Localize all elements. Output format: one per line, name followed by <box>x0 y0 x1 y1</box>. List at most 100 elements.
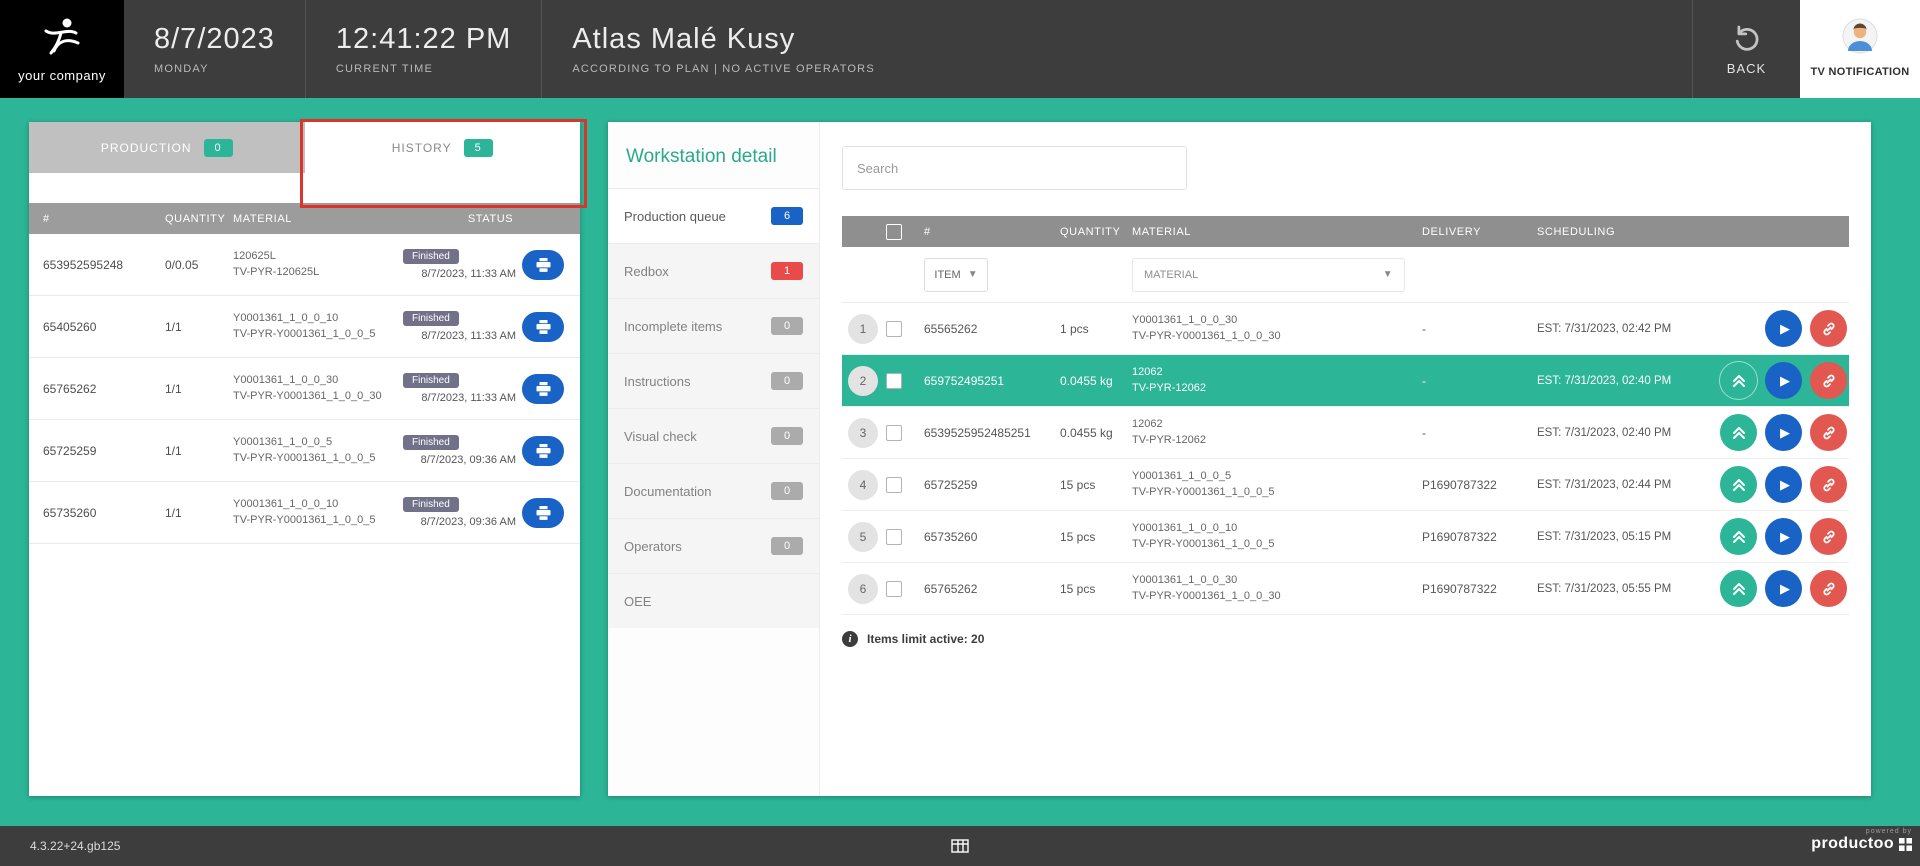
tv-notification-button[interactable]: TV NOTIFICATION <box>1800 0 1920 98</box>
order-scheduling: EST: 7/31/2023, 02:44 PM <box>1537 479 1709 491</box>
row-actions: ▶ <box>1709 570 1849 607</box>
order-quantity: 1/1 <box>165 444 233 458</box>
play-icon: ▶ <box>1780 373 1790 389</box>
back-label: BACK <box>1727 61 1766 76</box>
order-scheduling: EST: 7/31/2023, 02:42 PM <box>1537 323 1709 335</box>
move-to-top-button[interactable] <box>1720 414 1757 451</box>
menu-item-production-queue[interactable]: Production queue 6 <box>608 188 819 243</box>
menu-item-oee[interactable]: OEE <box>608 573 819 628</box>
header-spacer <box>905 0 1692 98</box>
queue-row[interactable]: 1 65565262 1 pcs Y0001361_1_0_0_30TV-PYR… <box>842 303 1849 355</box>
menu-item-redbox[interactable]: Redbox 1 <box>608 243 819 298</box>
play-button[interactable]: ▶ <box>1765 310 1802 347</box>
order-status: Finished 8/7/2023, 09:36 AM <box>401 435 522 466</box>
item-filter-label: ITEM <box>934 269 960 281</box>
production-queue-panel: # QUANTITY MATERIAL DELIVERY SCHEDULING … <box>820 122 1871 796</box>
link-button[interactable] <box>1810 518 1847 555</box>
status-timestamp: 8/7/2023, 09:36 AM <box>421 454 522 466</box>
search-input[interactable] <box>842 146 1187 190</box>
print-button[interactable] <box>522 436 564 466</box>
status-timestamp: 8/7/2023, 11:33 AM <box>421 392 522 404</box>
row-checkbox[interactable] <box>886 581 902 597</box>
history-row: 65765262 1/1 Y0001361_1_0_0_30TV-PYR-Y00… <box>29 358 580 420</box>
queue-row[interactable]: 3 6539525952485251 0.0455 kg 12062TV-PYR… <box>842 407 1849 459</box>
queue-row-selected[interactable]: 2 659752495251 0.0455 kg 12062TV-PYR-120… <box>842 355 1849 407</box>
print-button[interactable] <box>522 374 564 404</box>
link-icon <box>1821 321 1837 337</box>
row-checkbox[interactable] <box>886 373 902 389</box>
order-material: 120625LTV-PYR-120625L <box>233 249 401 280</box>
move-to-top-button[interactable] <box>1720 362 1757 399</box>
order-id: 65765262 <box>924 582 1060 596</box>
history-row: 65725259 1/1 Y0001361_1_0_0_5TV-PYR-Y000… <box>29 420 580 482</box>
tab-production[interactable]: PRODUCTION 0 <box>29 122 305 173</box>
order-material: Y0001361_1_0_0_10TV-PYR-Y0001361_1_0_0_5 <box>233 311 401 342</box>
menu-item-visual-check[interactable]: Visual check 0 <box>608 408 819 463</box>
row-checkbox[interactable] <box>886 529 902 545</box>
play-button[interactable]: ▶ <box>1765 570 1802 607</box>
link-button[interactable] <box>1810 466 1847 503</box>
footer-bar: 4.3.22+24.gb125 powered by productoo <box>0 826 1920 866</box>
link-button[interactable] <box>1810 310 1847 347</box>
grid-view-icon[interactable] <box>951 839 969 853</box>
link-button[interactable] <box>1810 362 1847 399</box>
order-scheduling: EST: 7/31/2023, 02:40 PM <box>1537 427 1709 439</box>
play-button[interactable]: ▶ <box>1765 466 1802 503</box>
history-row: 65405260 1/1 Y0001361_1_0_0_10TV-PYR-Y00… <box>29 296 580 358</box>
link-button[interactable] <box>1810 570 1847 607</box>
tv-notification-label: TV NOTIFICATION <box>1810 64 1909 81</box>
queue-position: 2 <box>848 366 878 396</box>
status-timestamp: 8/7/2023, 11:33 AM <box>421 268 522 280</box>
link-icon <box>1821 529 1837 545</box>
move-to-top-button[interactable] <box>1720 570 1757 607</box>
queue-filter-row: ITEM ▼ MATERIAL ▼ <box>842 247 1849 303</box>
move-to-top-button[interactable] <box>1720 466 1757 503</box>
row-checkbox[interactable] <box>886 477 902 493</box>
row-checkbox[interactable] <box>886 321 902 337</box>
link-button[interactable] <box>1810 414 1847 451</box>
queue-row[interactable]: 6 65765262 15 pcs Y0001361_1_0_0_30TV-PY… <box>842 563 1849 615</box>
workstation-name: Atlas Malé Kusy <box>572 23 875 56</box>
date-block: 8/7/2023 MONDAY <box>124 0 306 98</box>
menu-item-instructions[interactable]: Instructions 0 <box>608 353 819 408</box>
material-filter-label: MATERIAL <box>1144 269 1198 281</box>
print-button[interactable] <box>522 312 564 342</box>
order-delivery: P1690787322 <box>1422 478 1537 492</box>
queue-row[interactable]: 4 65725259 15 pcs Y0001361_1_0_0_5TV-PYR… <box>842 459 1849 511</box>
queue-position: 6 <box>848 574 878 604</box>
play-button[interactable]: ▶ <box>1765 362 1802 399</box>
row-checkbox[interactable] <box>886 425 902 441</box>
brand-logo-icon <box>1899 838 1912 851</box>
tab-history[interactable]: HISTORY 5 <box>305 122 581 173</box>
current-time-label: CURRENT TIME <box>336 63 511 75</box>
select-all-checkbox[interactable] <box>886 224 902 240</box>
workstation-detail-title: Workstation detail <box>608 122 819 188</box>
status-badge: Finished <box>403 249 459 264</box>
productoo-brand: powered by productoo <box>1811 828 1912 853</box>
move-to-top-button[interactable] <box>1720 518 1757 555</box>
back-button[interactable]: BACK <box>1692 0 1800 98</box>
menu-item-operators[interactable]: Operators 0 <box>608 518 819 573</box>
material-filter-dropdown[interactable]: MATERIAL ▼ <box>1132 258 1405 292</box>
status-badge: Finished <box>403 311 459 326</box>
order-id: 6539525952485251 <box>924 426 1060 440</box>
order-quantity: 15 pcs <box>1060 582 1132 596</box>
order-quantity: 0.0455 kg <box>1060 374 1132 388</box>
order-delivery: P1690787322 <box>1422 530 1537 544</box>
order-delivery: - <box>1422 426 1537 440</box>
double-chevron-up-icon <box>1731 477 1747 493</box>
tab-history-label: HISTORY <box>392 141 452 155</box>
print-button[interactable] <box>522 250 564 280</box>
menu-item-documentation[interactable]: Documentation 0 <box>608 463 819 518</box>
queue-col-scheduling: SCHEDULING <box>1537 226 1709 238</box>
menu-item-incomplete-items[interactable]: Incomplete items 0 <box>608 298 819 353</box>
queue-row[interactable]: 5 65735260 15 pcs Y0001361_1_0_0_10TV-PY… <box>842 511 1849 563</box>
play-icon: ▶ <box>1780 425 1790 441</box>
print-button[interactable] <box>522 498 564 528</box>
play-button[interactable]: ▶ <box>1765 414 1802 451</box>
brand-name: productoo <box>1811 835 1912 853</box>
history-row: 65735260 1/1 Y0001361_1_0_0_10TV-PYR-Y00… <box>29 482 580 544</box>
play-button[interactable]: ▶ <box>1765 518 1802 555</box>
item-filter-dropdown[interactable]: ITEM ▼ <box>924 258 988 292</box>
menu-item-label: Production queue <box>624 209 726 224</box>
